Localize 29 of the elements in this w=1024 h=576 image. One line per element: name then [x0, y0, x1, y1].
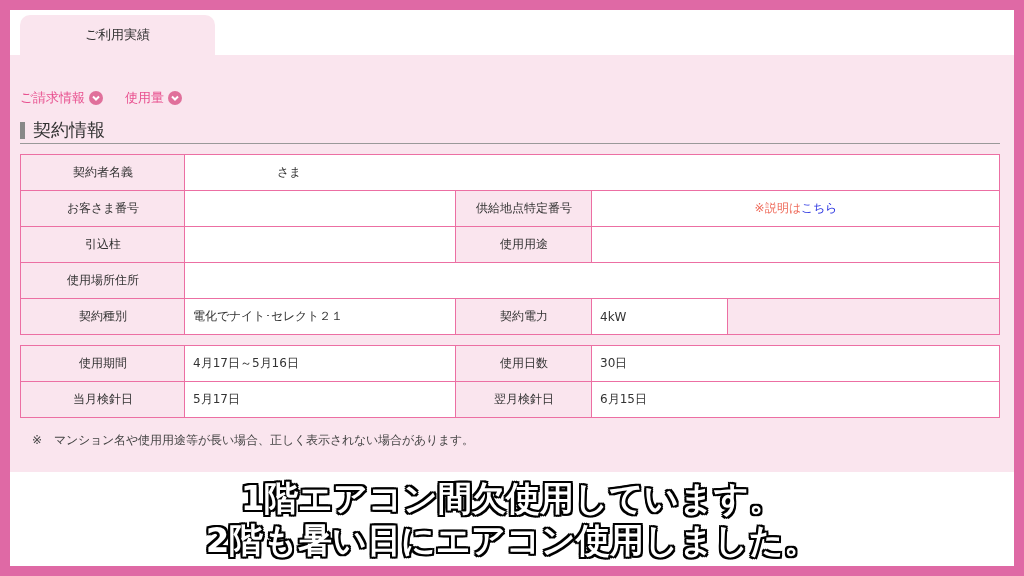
chevron-down-icon	[89, 91, 103, 105]
field-value: 4kW	[591, 298, 728, 335]
field-value: さま	[184, 154, 1000, 191]
field-value: 30日	[591, 345, 1000, 382]
subtitle-line: 2階も暑い日にエアコン使用しました。	[205, 519, 819, 561]
field-label: お客さま番号	[20, 190, 185, 227]
field-label: 使用場所住所	[20, 262, 185, 299]
field-value: 4月17日～5月16日	[184, 345, 456, 382]
subtitle-line: 1階エアコン間欠使用しています。	[240, 477, 784, 519]
field-label: 契約種別	[20, 298, 185, 335]
field-label: 使用日数	[455, 345, 592, 382]
heading-marker	[20, 121, 25, 139]
field-label: 契約電力	[455, 298, 592, 335]
field-label: 引込柱	[20, 226, 185, 263]
explanation-link[interactable]: こちら	[800, 201, 837, 215]
field-label: 当月検針日	[20, 381, 185, 418]
section-title: 契約情報	[33, 118, 105, 142]
field-value: 6月15日	[591, 381, 1000, 418]
field-label: 翌月検針日	[455, 381, 592, 418]
chevron-down-icon	[168, 91, 182, 105]
field-label: 供給地点特定番号	[455, 190, 592, 227]
field-label: 使用期間	[20, 345, 185, 382]
footnote: ※ マンション名や使用用途等が長い場合、正しく表示されない場合があります。	[31, 432, 476, 449]
note-text: ※説明は	[754, 201, 801, 215]
field-label: 使用用途	[455, 226, 592, 263]
field-value: 5月17日	[184, 381, 456, 418]
tab[interactable]: ご利用実績	[20, 15, 215, 55]
field-value: 電化でナイト･セレクト２１	[184, 298, 456, 335]
field-label: 契約者名義	[20, 154, 185, 191]
